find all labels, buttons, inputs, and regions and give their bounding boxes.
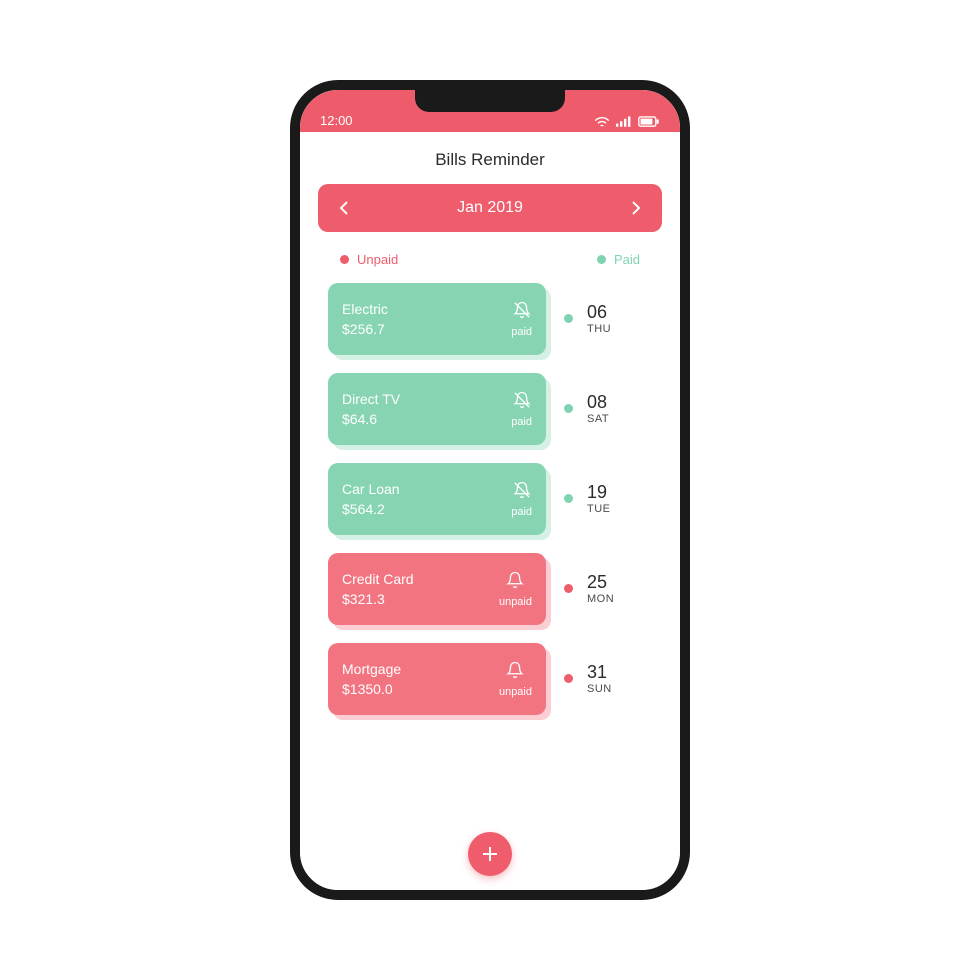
bill-amount: $256.7 [342,321,388,337]
bill-weekday: TUE [587,503,611,515]
bill-weekday: MON [587,593,614,605]
dot-icon [340,255,349,264]
bill-date: 31SUN [587,663,612,695]
bill-info: Car Loan $564.2 [342,477,400,521]
status-dot-icon [564,404,573,413]
legend-paid: Paid [597,252,640,267]
month-picker: Jan 2019 [318,184,662,232]
bill-name: Electric [342,301,388,317]
bill-date-meta: 31SUN [564,663,612,695]
bill-status: paid [511,477,532,521]
status-dot-icon [564,494,573,503]
bell-on-icon [506,571,524,594]
signal-icon [616,116,632,128]
bill-row: Electric $256.7 paid 06THU [300,283,680,355]
bill-date-meta: 08SAT [564,393,609,425]
bill-status-label: paid [511,506,532,518]
bill-name: Mortgage [342,661,401,677]
status-icons [594,116,660,128]
bill-date: 25MON [587,573,614,605]
bill-info: Credit Card $321.3 [342,567,414,611]
bill-amount: $64.6 [342,411,400,427]
bill-card[interactable]: Direct TV $64.6 paid [328,373,546,445]
status-dot-icon [564,584,573,593]
bill-card[interactable]: Credit Card $321.3 unpaid [328,553,546,625]
bill-name: Credit Card [342,571,414,587]
bell-off-icon [513,481,531,504]
status-time: 12:00 [320,113,353,128]
legend: Unpaid Paid [300,232,680,277]
bill-status-label: unpaid [499,686,532,698]
bill-day: 08 [587,393,607,413]
bill-day: 25 [587,573,607,593]
bell-off-icon [513,301,531,324]
next-month-button[interactable] [626,200,646,216]
phone-notch [415,90,565,112]
page-title: Bills Reminder [300,132,680,184]
phone-frame: 12:00 Bills Reminder Jan 2019 Unpaid [290,80,690,900]
bell-off-icon [513,391,531,414]
bill-date-meta: 06THU [564,303,611,335]
bill-status-label: paid [511,416,532,428]
bill-date: 19TUE [587,483,611,515]
bill-date-meta: 25MON [564,573,614,605]
month-label: Jan 2019 [457,199,523,217]
bill-card[interactable]: Mortgage $1350.0 unpaid [328,643,546,715]
fab-zone [300,832,680,890]
dot-icon [597,255,606,264]
bill-amount: $321.3 [342,591,414,607]
bill-info: Mortgage $1350.0 [342,657,401,701]
chevron-right-icon [631,200,641,216]
bill-row: Direct TV $64.6 paid 08SAT [300,373,680,445]
bill-weekday: SUN [587,683,612,695]
bill-status-label: paid [511,326,532,338]
bill-card[interactable]: Car Loan $564.2 paid [328,463,546,535]
wifi-icon [594,116,610,128]
bill-weekday: THU [587,323,611,335]
bill-name: Direct TV [342,391,400,407]
app-screen: 12:00 Bills Reminder Jan 2019 Unpaid [300,90,680,890]
bill-row: Car Loan $564.2 paid 19TUE [300,463,680,535]
status-dot-icon [564,314,573,323]
bill-status: unpaid [499,567,532,611]
bill-status-label: unpaid [499,596,532,608]
battery-icon [638,116,660,128]
bill-info: Electric $256.7 [342,297,388,341]
bill-row: Credit Card $321.3 unpaid 25MON [300,553,680,625]
bill-amount: $1350.0 [342,681,401,697]
bill-status: paid [511,297,532,341]
bill-info: Direct TV $64.6 [342,387,400,431]
bill-day: 06 [587,303,607,323]
prev-month-button[interactable] [334,200,354,216]
chevron-left-icon [339,200,349,216]
bill-status: unpaid [499,657,532,701]
legend-unpaid-label: Unpaid [357,252,398,267]
plus-icon [481,845,499,863]
bill-date-meta: 19TUE [564,483,611,515]
legend-unpaid: Unpaid [340,252,398,267]
status-dot-icon [564,674,573,683]
bill-row: Mortgage $1350.0 unpaid 31SUN [300,643,680,715]
bill-day: 19 [587,483,607,503]
bill-amount: $564.2 [342,501,400,517]
bill-date: 08SAT [587,393,609,425]
bell-on-icon [506,661,524,684]
bill-date: 06THU [587,303,611,335]
bill-weekday: SAT [587,413,609,425]
bill-day: 31 [587,663,607,683]
legend-paid-label: Paid [614,252,640,267]
add-bill-button[interactable] [468,832,512,876]
bill-status: paid [511,387,532,431]
bill-list: Electric $256.7 paid 06THU Direct TV $64.6 pai… [300,277,680,832]
bill-card[interactable]: Electric $256.7 paid [328,283,546,355]
bill-name: Car Loan [342,481,400,497]
